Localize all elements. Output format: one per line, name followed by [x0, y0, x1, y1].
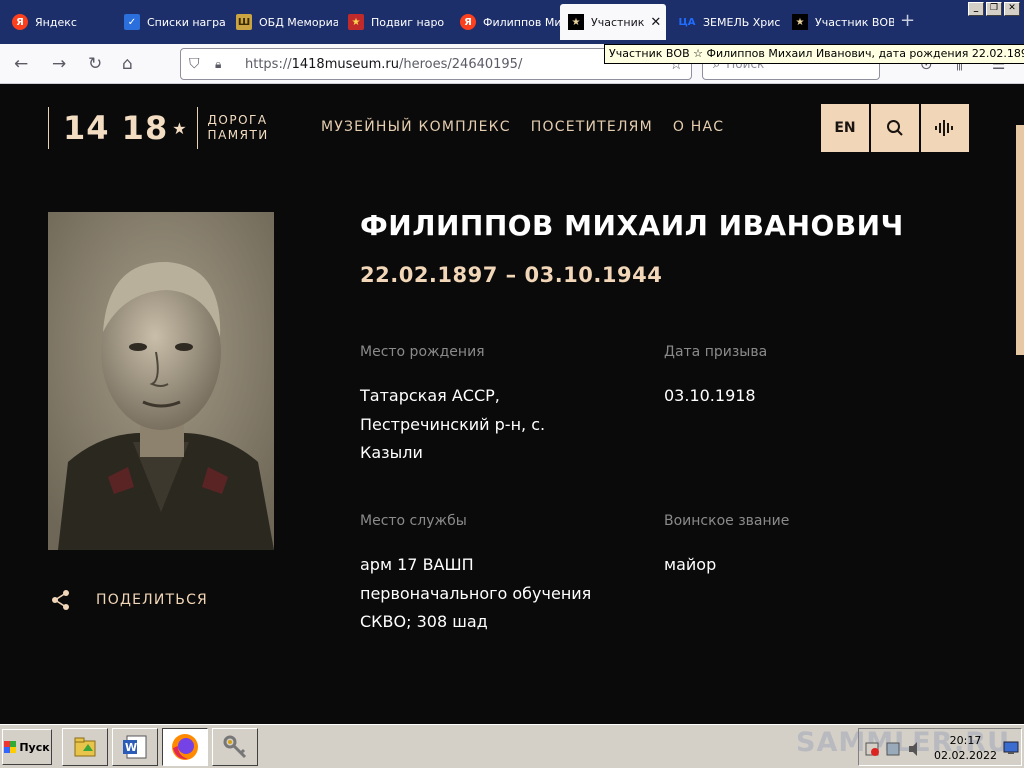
share-icon [52, 590, 69, 610]
scrollbar[interactable] [1016, 125, 1024, 355]
draft-date-field: Дата призыва 03.10.1918 [664, 344, 934, 411]
close-icon[interactable]: ✕ [650, 15, 661, 30]
hero-name: ФИЛИППОВ МИХАИЛ ИВАНОВИЧ [360, 209, 904, 242]
tab-participant-active[interactable]: ★ Участник ✕ [560, 4, 666, 40]
birthplace-field: Место рождения Татарская АССР, Пестречин… [360, 344, 630, 468]
service-place-label: Место службы [360, 513, 467, 529]
taskbar-app-firefox[interactable] [162, 728, 208, 766]
tab-podvig-naroda[interactable]: ★ Подвиг наро [340, 4, 450, 40]
rank-label: Воинское звание [664, 513, 790, 529]
service-place-value: арм 17 ВАШП первоначального обучения СКВ… [360, 555, 592, 631]
back-arrow-icon[interactable]: ← [14, 54, 28, 74]
site-logo[interactable]: 14 18 ★ ДОРОГА ПАМЯТИ [48, 107, 269, 149]
keys-icon [223, 735, 247, 759]
tab-zemel[interactable]: ЦА ЗЕМЕЛЬ Христ [670, 4, 780, 40]
windows-taskbar: Пуск W SAMMLER.RU 20:17 02.02.2022 [0, 724, 1024, 768]
start-label: Пуск [19, 740, 50, 754]
lock-icon[interactable]: 🔒︎ [215, 57, 235, 72]
rank-value: майор [664, 555, 717, 574]
search-button[interactable] [871, 104, 919, 152]
yandex-icon: Я [12, 14, 28, 30]
taskbar-app-keys[interactable] [212, 728, 258, 766]
home-icon[interactable]: ⌂ [122, 54, 133, 74]
hero-life-dates: 22.02.1897 – 03.10.1944 [360, 263, 663, 287]
close-window-icon[interactable]: ✕ [1004, 2, 1020, 16]
new-tab-icon[interactable]: + [900, 10, 915, 31]
tab-filippov-search[interactable]: Я Филиппов Ми [452, 4, 560, 40]
browser-tab-strip: Я Яндекс ✓ Списки награ Ш ОБД Мемориа ★ … [0, 0, 1024, 44]
firefox-icon [172, 734, 198, 760]
logo-text: ДОРОГА ПАМЯТИ [207, 113, 269, 142]
share-button[interactable]: ПОДЕЛИТЬСЯ [50, 589, 208, 611]
show-desktop-icon[interactable] [1003, 741, 1019, 755]
word-icon: W [123, 735, 147, 759]
shield-icon[interactable]: ⛉ [189, 56, 209, 72]
draft-date-label: Дата призыва [664, 344, 768, 360]
soundwave-icon [935, 120, 953, 136]
birthplace-label: Место рождения [360, 344, 485, 360]
nav-visitors[interactable]: ПОСЕТИТЕЛЯМ [531, 119, 653, 135]
windows-logo-icon [4, 741, 17, 753]
tab-participant-vov[interactable]: ★ Участник ВОВ [784, 4, 894, 40]
clock[interactable]: 20:17 02.02.2022 [934, 733, 997, 763]
folder-icon [74, 737, 96, 757]
yandex-icon: Я [460, 14, 476, 30]
language-button[interactable]: EN [821, 104, 869, 152]
clock-time: 20:17 [949, 734, 982, 747]
main-navigation: МУЗЕЙНЫЙ КОМПЛЕКС ПОСЕТИТЕЛЯМ О НАС [321, 119, 724, 135]
system-tray: 20:17 02.02.2022 [858, 728, 1022, 766]
audio-button[interactable] [921, 104, 969, 152]
header-actions: EN [821, 104, 969, 152]
nav-about[interactable]: О НАС [673, 119, 724, 135]
ca-icon: ЦА [678, 16, 696, 28]
tab-award-lists[interactable]: ✓ Списки награ [116, 4, 226, 40]
tab-title: Подвиг наро [371, 15, 445, 29]
window-controls: _ ❐ ✕ [968, 2, 1020, 16]
taskbar-app-word[interactable]: W [112, 728, 158, 766]
minimize-icon[interactable]: _ [968, 2, 984, 16]
nav-museum-complex[interactable]: МУЗЕЙНЫЙ КОМПЛЕКС [321, 119, 511, 135]
tray-icons[interactable] [865, 741, 925, 757]
tab-title: Яндекс [35, 15, 77, 29]
forward-arrow-icon[interactable]: → [52, 54, 66, 74]
clock-date: 02.02.2022 [934, 749, 997, 762]
obd-memorial-icon: Ш [236, 14, 252, 30]
hero-portrait [48, 212, 274, 550]
tab-title: ЗЕМЕЛЬ Христ [703, 15, 780, 29]
svg-text:W: W [125, 741, 137, 754]
start-button[interactable]: Пуск [2, 729, 52, 765]
share-label: ПОДЕЛИТЬСЯ [96, 592, 208, 608]
birthplace-value: Татарская АССР, Пестречинский р-н, с. Ка… [360, 386, 546, 462]
url-text: https://1418museum.ru/heroes/24640195/ [245, 56, 523, 72]
tab-obd-memorial[interactable]: Ш ОБД Мемориа [228, 4, 338, 40]
star-icon: ★ [792, 14, 808, 30]
page-content: 14 18 ★ ДОРОГА ПАМЯТИ МУЗЕЙНЫЙ КОМПЛЕКС … [0, 85, 1024, 724]
tab-title: Участник ВОВ [815, 15, 894, 29]
taskbar-app-folder[interactable] [62, 728, 108, 766]
tab-title: ОБД Мемориа [259, 15, 338, 29]
logo-star-icon: ★ [172, 118, 187, 138]
tab-title: Списки награ [147, 15, 226, 29]
podvig-naroda-icon: ★ [348, 14, 364, 30]
draft-date-value: 03.10.1918 [664, 386, 756, 405]
restore-icon[interactable]: ❐ [986, 2, 1002, 16]
logo-divider [196, 107, 198, 149]
checklist-icon: ✓ [124, 14, 140, 30]
search-icon [887, 120, 903, 136]
rank-field: Воинское звание майор [664, 513, 934, 580]
tab-title: Участник [591, 15, 645, 29]
star-icon: ★ [568, 14, 584, 30]
logo-number: 14 18 [63, 109, 169, 147]
reload-icon[interactable]: ↻ [88, 54, 102, 74]
service-place-field: Место службы арм 17 ВАШП первоначального… [360, 513, 630, 637]
tab-yandex[interactable]: Я Яндекс [4, 4, 114, 40]
tab-title: Филиппов Ми [483, 15, 560, 29]
tab-tooltip: Участник ВОВ ☆ Филиппов Михаил Иванович,… [604, 44, 1024, 64]
